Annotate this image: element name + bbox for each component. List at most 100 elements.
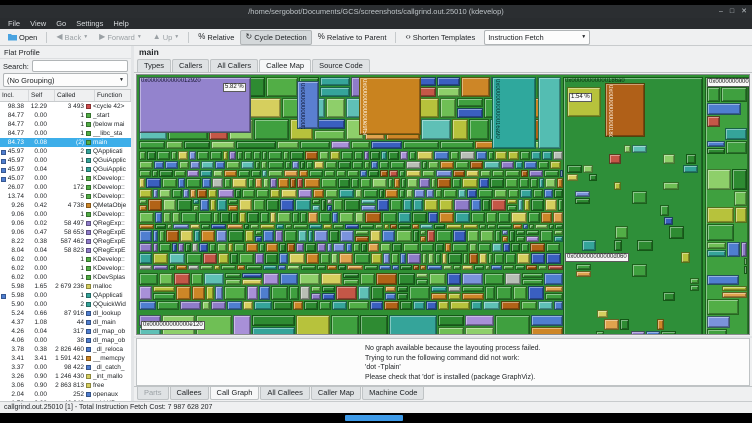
treemap-tile[interactable] [213, 170, 223, 177]
treemap-tile[interactable] [180, 301, 201, 310]
treemap-tile[interactable] [243, 301, 253, 310]
treemap-tile[interactable] [228, 205, 238, 211]
treemap-tile[interactable] [320, 253, 330, 264]
tab-callee-map[interactable]: Callee Map [259, 59, 312, 72]
treemap-tile[interactable] [231, 212, 238, 223]
treemap-tile[interactable] [229, 151, 236, 160]
table-row[interactable]: 9.26 0.42 4 738 QMetaObje [0, 201, 131, 210]
treemap-tile[interactable] [507, 205, 517, 211]
treemap-tile[interactable] [453, 230, 466, 242]
treemap-tile[interactable] [435, 243, 444, 252]
treemap-tile[interactable] [254, 119, 289, 140]
treemap-tile[interactable] [522, 273, 543, 278]
treemap-tile[interactable] [179, 161, 189, 169]
menu-item-view[interactable]: View [25, 19, 51, 28]
treemap-tile[interactable] [364, 161, 370, 169]
treemap-tile[interactable] [535, 224, 548, 229]
treemap-tile[interactable] [252, 327, 295, 334]
treemap-tile[interactable] [321, 273, 342, 285]
treemap-tile[interactable] [260, 212, 269, 223]
treemap-tile[interactable] [311, 293, 321, 300]
treemap-tile[interactable] [308, 212, 318, 223]
treemap-tile[interactable] [470, 161, 483, 169]
treemap-tile[interactable] [496, 286, 512, 300]
treemap-tile[interactable] [239, 199, 252, 211]
treemap-tile[interactable] [242, 279, 262, 285]
table-row[interactable]: 2.04 0.00 252 openaux [0, 390, 131, 399]
table-row[interactable]: 26.07 0.00 172 KDevelop:: [0, 183, 131, 192]
treemap-tile[interactable] [165, 161, 178, 169]
treemap-tile[interactable] [333, 199, 343, 211]
treemap-tile[interactable] [306, 253, 319, 264]
treemap-tile[interactable] [442, 253, 447, 264]
treemap-tile[interactable] [293, 301, 303, 310]
treemap-tile[interactable] [495, 230, 501, 242]
treemap-tile[interactable] [139, 243, 152, 252]
treemap-tile[interactable] [526, 236, 539, 242]
treemap-tile[interactable] [216, 230, 227, 242]
column-header-function[interactable]: Function [95, 90, 131, 101]
treemap-tile[interactable] [327, 199, 332, 204]
treemap-tile[interactable] [413, 265, 419, 270]
treemap-tile[interactable] [480, 230, 494, 242]
treemap-tile[interactable] [380, 243, 391, 252]
treemap-tile[interactable] [338, 265, 346, 270]
treemap-tile[interactable] [281, 189, 297, 198]
treemap-tile[interactable] [347, 265, 363, 270]
treemap-tile[interactable] [139, 212, 154, 223]
treemap-tile[interactable] [494, 253, 504, 264]
treemap-tile[interactable] [505, 170, 520, 177]
treemap-tile[interactable] [384, 224, 389, 229]
treemap-tile[interactable] [193, 199, 199, 204]
title-bar[interactable]: /home/sergobot/Documents/GCS/screenshots… [0, 5, 752, 18]
treemap-tile[interactable] [263, 265, 277, 270]
treemap-tile[interactable] [250, 224, 259, 229]
treemap-tile[interactable] [331, 253, 338, 264]
tab-all-callees[interactable]: All Callees [260, 387, 310, 400]
treemap-tile[interactable] [235, 189, 241, 198]
treemap-tile[interactable] [159, 230, 165, 242]
treemap-tile[interactable] [553, 151, 563, 160]
treemap-tile[interactable] [232, 178, 247, 188]
treemap-tile[interactable] [437, 87, 460, 97]
treemap-tile[interactable] [377, 199, 389, 211]
treemap-tile[interactable] [201, 224, 210, 229]
treemap-tile[interactable] [268, 151, 282, 160]
treemap-tile[interactable] [461, 77, 490, 97]
treemap-tile[interactable] [153, 265, 168, 270]
treemap-tile[interactable] [197, 151, 209, 160]
treemap-tile[interactable] [253, 199, 265, 211]
treemap-tile[interactable] [420, 230, 426, 235]
treemap-tile[interactable] [417, 151, 433, 160]
treemap-tile[interactable] [329, 230, 339, 242]
treemap-tile[interactable] [233, 315, 251, 334]
table-row[interactable]: 1.780.0846 042 void KDev [0, 399, 131, 401]
treemap-tile[interactable] [255, 178, 262, 188]
treemap-tile[interactable] [248, 178, 254, 188]
treemap-tile[interactable] [471, 199, 481, 211]
column-header-self[interactable]: Self [29, 90, 55, 101]
treemap-tile[interactable] [707, 116, 720, 127]
treemap-tile[interactable] [501, 301, 520, 310]
treemap-tile[interactable] [193, 205, 199, 211]
treemap-tile[interactable] [375, 224, 383, 229]
treemap-tile[interactable] [147, 151, 156, 160]
treemap-tile[interactable] [520, 189, 532, 198]
treemap-tile[interactable] [189, 151, 196, 160]
table-row[interactable]: 3.41 3.41 1 591 421 __memcpy [0, 354, 131, 363]
treemap-tile[interactable] [412, 212, 427, 223]
treemap-tile[interactable] [327, 265, 337, 270]
treemap-tile[interactable] [455, 161, 469, 169]
treemap-tile[interactable] [554, 189, 563, 198]
treemap-tile[interactable] [211, 301, 226, 310]
treemap-tile[interactable] [707, 103, 741, 115]
treemap-tile[interactable] [311, 286, 321, 292]
treemap-tile[interactable] [480, 170, 491, 177]
treemap-tile[interactable] [484, 273, 504, 285]
treemap-tile[interactable] [320, 77, 350, 86]
treemap-tile[interactable] [469, 253, 478, 264]
treemap-tile[interactable] [448, 253, 462, 264]
treemap-tile[interactable] [352, 161, 363, 169]
treemap-tile[interactable] [392, 243, 402, 252]
treemap-tile[interactable] [438, 301, 449, 310]
